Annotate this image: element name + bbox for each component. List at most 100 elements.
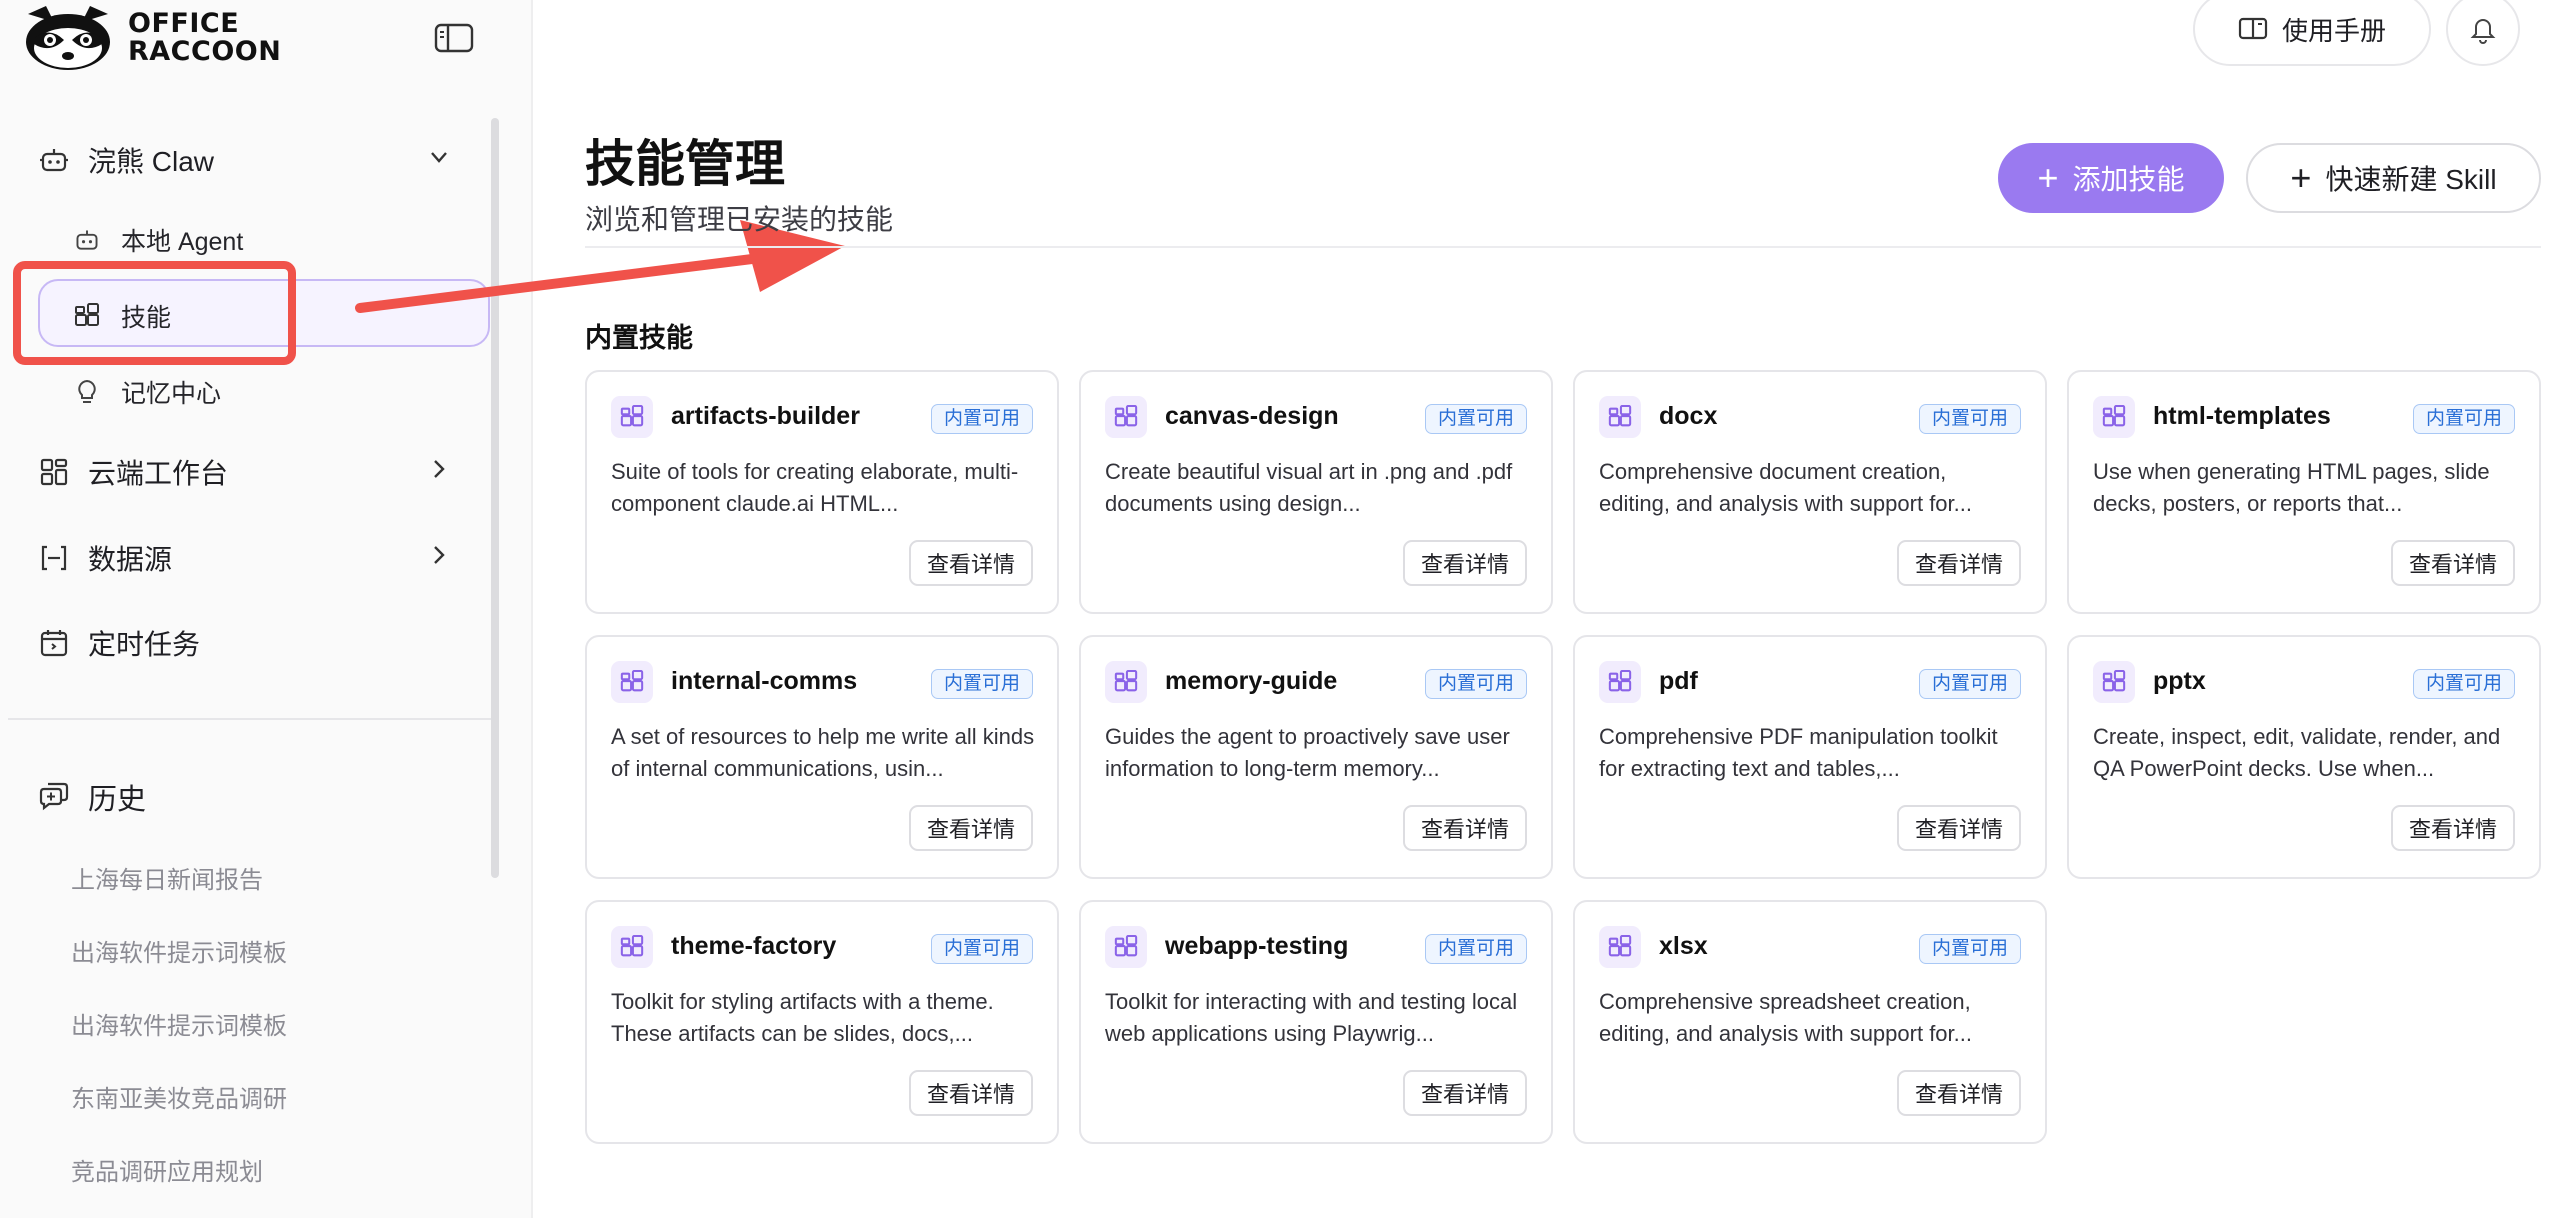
sidebar: OFFICE RACCOON 浣熊 Claw 本地 Agent 技能 记忆中心 … <box>0 0 533 1218</box>
user-manual-button[interactable]: 使用手册 <box>2193 0 2431 66</box>
page-subtitle: 浏览和管理已安装的技能 <box>585 204 894 235</box>
skill-apps-icon <box>1599 396 1641 438</box>
nav-cloud-label: 云端工作台 <box>88 458 229 489</box>
brand[interactable]: OFFICE RACCOON <box>20 4 281 72</box>
skill-description: Create, inspect, edit, validate, render,… <box>2093 724 2501 781</box>
skill-apps-icon <box>1105 661 1147 703</box>
chevron-down-icon[interactable] <box>426 144 452 170</box>
view-details-button[interactable]: 查看详情 <box>909 1070 1033 1116</box>
lightbulb-icon <box>73 378 101 406</box>
skill-status-badge: 内置可用 <box>930 404 1033 434</box>
highlight-annotation-box <box>13 261 296 365</box>
database-icon <box>38 542 70 574</box>
skill-name: theme-factory <box>671 932 837 960</box>
skill-apps-icon <box>1105 396 1147 438</box>
skill-status-badge: 内置可用 <box>1918 404 2021 434</box>
nav-datasource[interactable]: 数据源 <box>38 538 172 578</box>
history-title: 历史 <box>88 784 147 816</box>
view-details-button[interactable]: 查看详情 <box>1403 1070 1527 1116</box>
skill-description: Guides the agent to proactively save use… <box>1105 724 1510 781</box>
skill-status-badge: 内置可用 <box>1918 934 2021 964</box>
view-details-button[interactable]: 查看详情 <box>909 805 1033 851</box>
skill-card[interactable]: xlsx 内置可用 Comprehensive spreadsheet creati… <box>1573 900 2047 1144</box>
skill-card[interactable]: theme-factory 内置可用 Toolkit for styling art… <box>585 900 1059 1144</box>
nav-scheduled-tasks[interactable]: 定时任务 <box>38 623 200 663</box>
skill-status-badge: 内置可用 <box>1424 404 1527 434</box>
view-details-button[interactable]: 查看详情 <box>909 540 1033 586</box>
skill-apps-icon <box>1105 926 1147 968</box>
sidebar-item-local-agent[interactable]: 本地 Agent <box>73 222 243 258</box>
skill-description: Comprehensive PDF manipulation toolkit f… <box>1599 724 1998 781</box>
view-details-button[interactable]: 查看详情 <box>1403 805 1527 851</box>
calendar-icon <box>38 627 70 659</box>
skill-name: xlsx <box>1659 932 1708 960</box>
history-item[interactable]: 上海每日新闻报告 <box>71 860 263 895</box>
skill-card[interactable]: pdf 内置可用 Comprehensive PDF manipulation to… <box>1573 635 2047 879</box>
skill-name: internal-comms <box>671 667 858 695</box>
view-details-button[interactable]: 查看详情 <box>2391 540 2515 586</box>
history-item[interactable]: 出海软件提示词模板 <box>71 1006 287 1041</box>
dashboard-icon <box>38 456 70 488</box>
view-details-button[interactable]: 查看详情 <box>2391 805 2515 851</box>
sidebar-divider <box>8 718 491 720</box>
skill-description: Use when generating HTML pages, slide de… <box>2093 459 2490 516</box>
skill-status-badge: 内置可用 <box>930 934 1033 964</box>
skill-card[interactable]: artifacts-builder 内置可用 Suite of tools for … <box>585 370 1059 614</box>
skill-name: memory-guide <box>1165 667 1338 695</box>
view-details-button[interactable]: 查看详情 <box>1403 540 1527 586</box>
skill-card[interactable]: canvas-design 内置可用 Create beautiful visual… <box>1079 370 1553 614</box>
add-skill-button[interactable]: + 添加技能 <box>1998 143 2224 213</box>
history-item[interactable]: 竞品调研应用规划 <box>71 1152 263 1187</box>
skill-name: docx <box>1659 402 1718 430</box>
robot-icon <box>73 226 101 254</box>
skill-status-badge: 内置可用 <box>1424 669 1527 699</box>
skill-description: Create beautiful visual art in .png and … <box>1105 459 1513 516</box>
skill-description: Suite of tools for creating elaborate, m… <box>611 459 1019 516</box>
skill-card[interactable]: webapp-testing 内置可用 Toolkit for interactin… <box>1079 900 1553 1144</box>
sidebar-item-memory[interactable]: 记忆中心 <box>73 374 221 410</box>
skill-card[interactable]: docx 内置可用 Comprehensive document creation,… <box>1573 370 2047 614</box>
skill-description: Toolkit for styling artifacts with a the… <box>611 989 994 1046</box>
skill-apps-icon <box>2093 661 2135 703</box>
chat-history-icon <box>38 779 70 816</box>
brand-line2: RACCOON <box>128 36 282 67</box>
view-details-button[interactable]: 查看详情 <box>1897 805 2021 851</box>
skill-status-badge: 内置可用 <box>1918 669 2021 699</box>
chevron-right-icon[interactable] <box>426 456 452 482</box>
history-header[interactable]: 历史 <box>38 776 146 818</box>
skill-card[interactable]: internal-comms 内置可用 A set of resources to … <box>585 635 1059 879</box>
sidebar-item-label: 记忆中心 <box>121 380 222 408</box>
brand-name: OFFICE RACCOON <box>128 10 281 66</box>
skill-status-badge: 内置可用 <box>2412 669 2515 699</box>
skill-status-badge: 内置可用 <box>2412 404 2515 434</box>
skill-description: Toolkit for interacting with and testing… <box>1105 989 1518 1046</box>
history-item[interactable]: 东南亚美妆竞品调研 <box>71 1079 287 1114</box>
history-item[interactable]: 出海软件提示词模板 <box>71 933 287 968</box>
skill-apps-icon <box>2093 396 2135 438</box>
plus-icon: + <box>2037 157 2059 198</box>
skill-apps-icon <box>611 926 653 968</box>
sidebar-toggle-icon[interactable] <box>434 22 474 54</box>
brand-line1: OFFICE <box>128 8 240 39</box>
book-icon <box>2238 17 2268 40</box>
quick-new-skill-label: 快速新建 Skill <box>2325 164 2497 195</box>
skill-card[interactable]: html-templates 内置可用 Use when generating HT… <box>2067 370 2541 614</box>
nav-claw-group[interactable]: 浣熊 Claw <box>38 140 214 180</box>
skill-apps-icon <box>611 661 653 703</box>
skill-description: Comprehensive document creation, editing… <box>1599 459 1972 516</box>
skill-name: canvas-design <box>1165 402 1339 430</box>
skill-apps-icon <box>611 396 653 438</box>
skill-card[interactable]: pptx 内置可用 Create, inspect, edit, validate,… <box>2067 635 2541 879</box>
plus-icon: + <box>2290 157 2312 198</box>
quick-new-skill-button[interactable]: + 快速新建 Skill <box>2246 143 2541 213</box>
raccoon-logo-icon <box>26 6 110 70</box>
skill-apps-icon <box>1599 661 1641 703</box>
nav-datasource-label: 数据源 <box>88 544 173 575</box>
skill-card[interactable]: memory-guide 内置可用 Guides the agent to proa… <box>1079 635 1553 879</box>
view-details-button[interactable]: 查看详情 <box>1897 1070 2021 1116</box>
chevron-right-icon[interactable] <box>426 542 452 568</box>
skill-description: Comprehensive spreadsheet creation, edit… <box>1599 989 1972 1046</box>
nav-cloud-workbench[interactable]: 云端工作台 <box>38 452 228 492</box>
view-details-button[interactable]: 查看详情 <box>1897 540 2021 586</box>
notification-button[interactable] <box>2446 0 2520 66</box>
